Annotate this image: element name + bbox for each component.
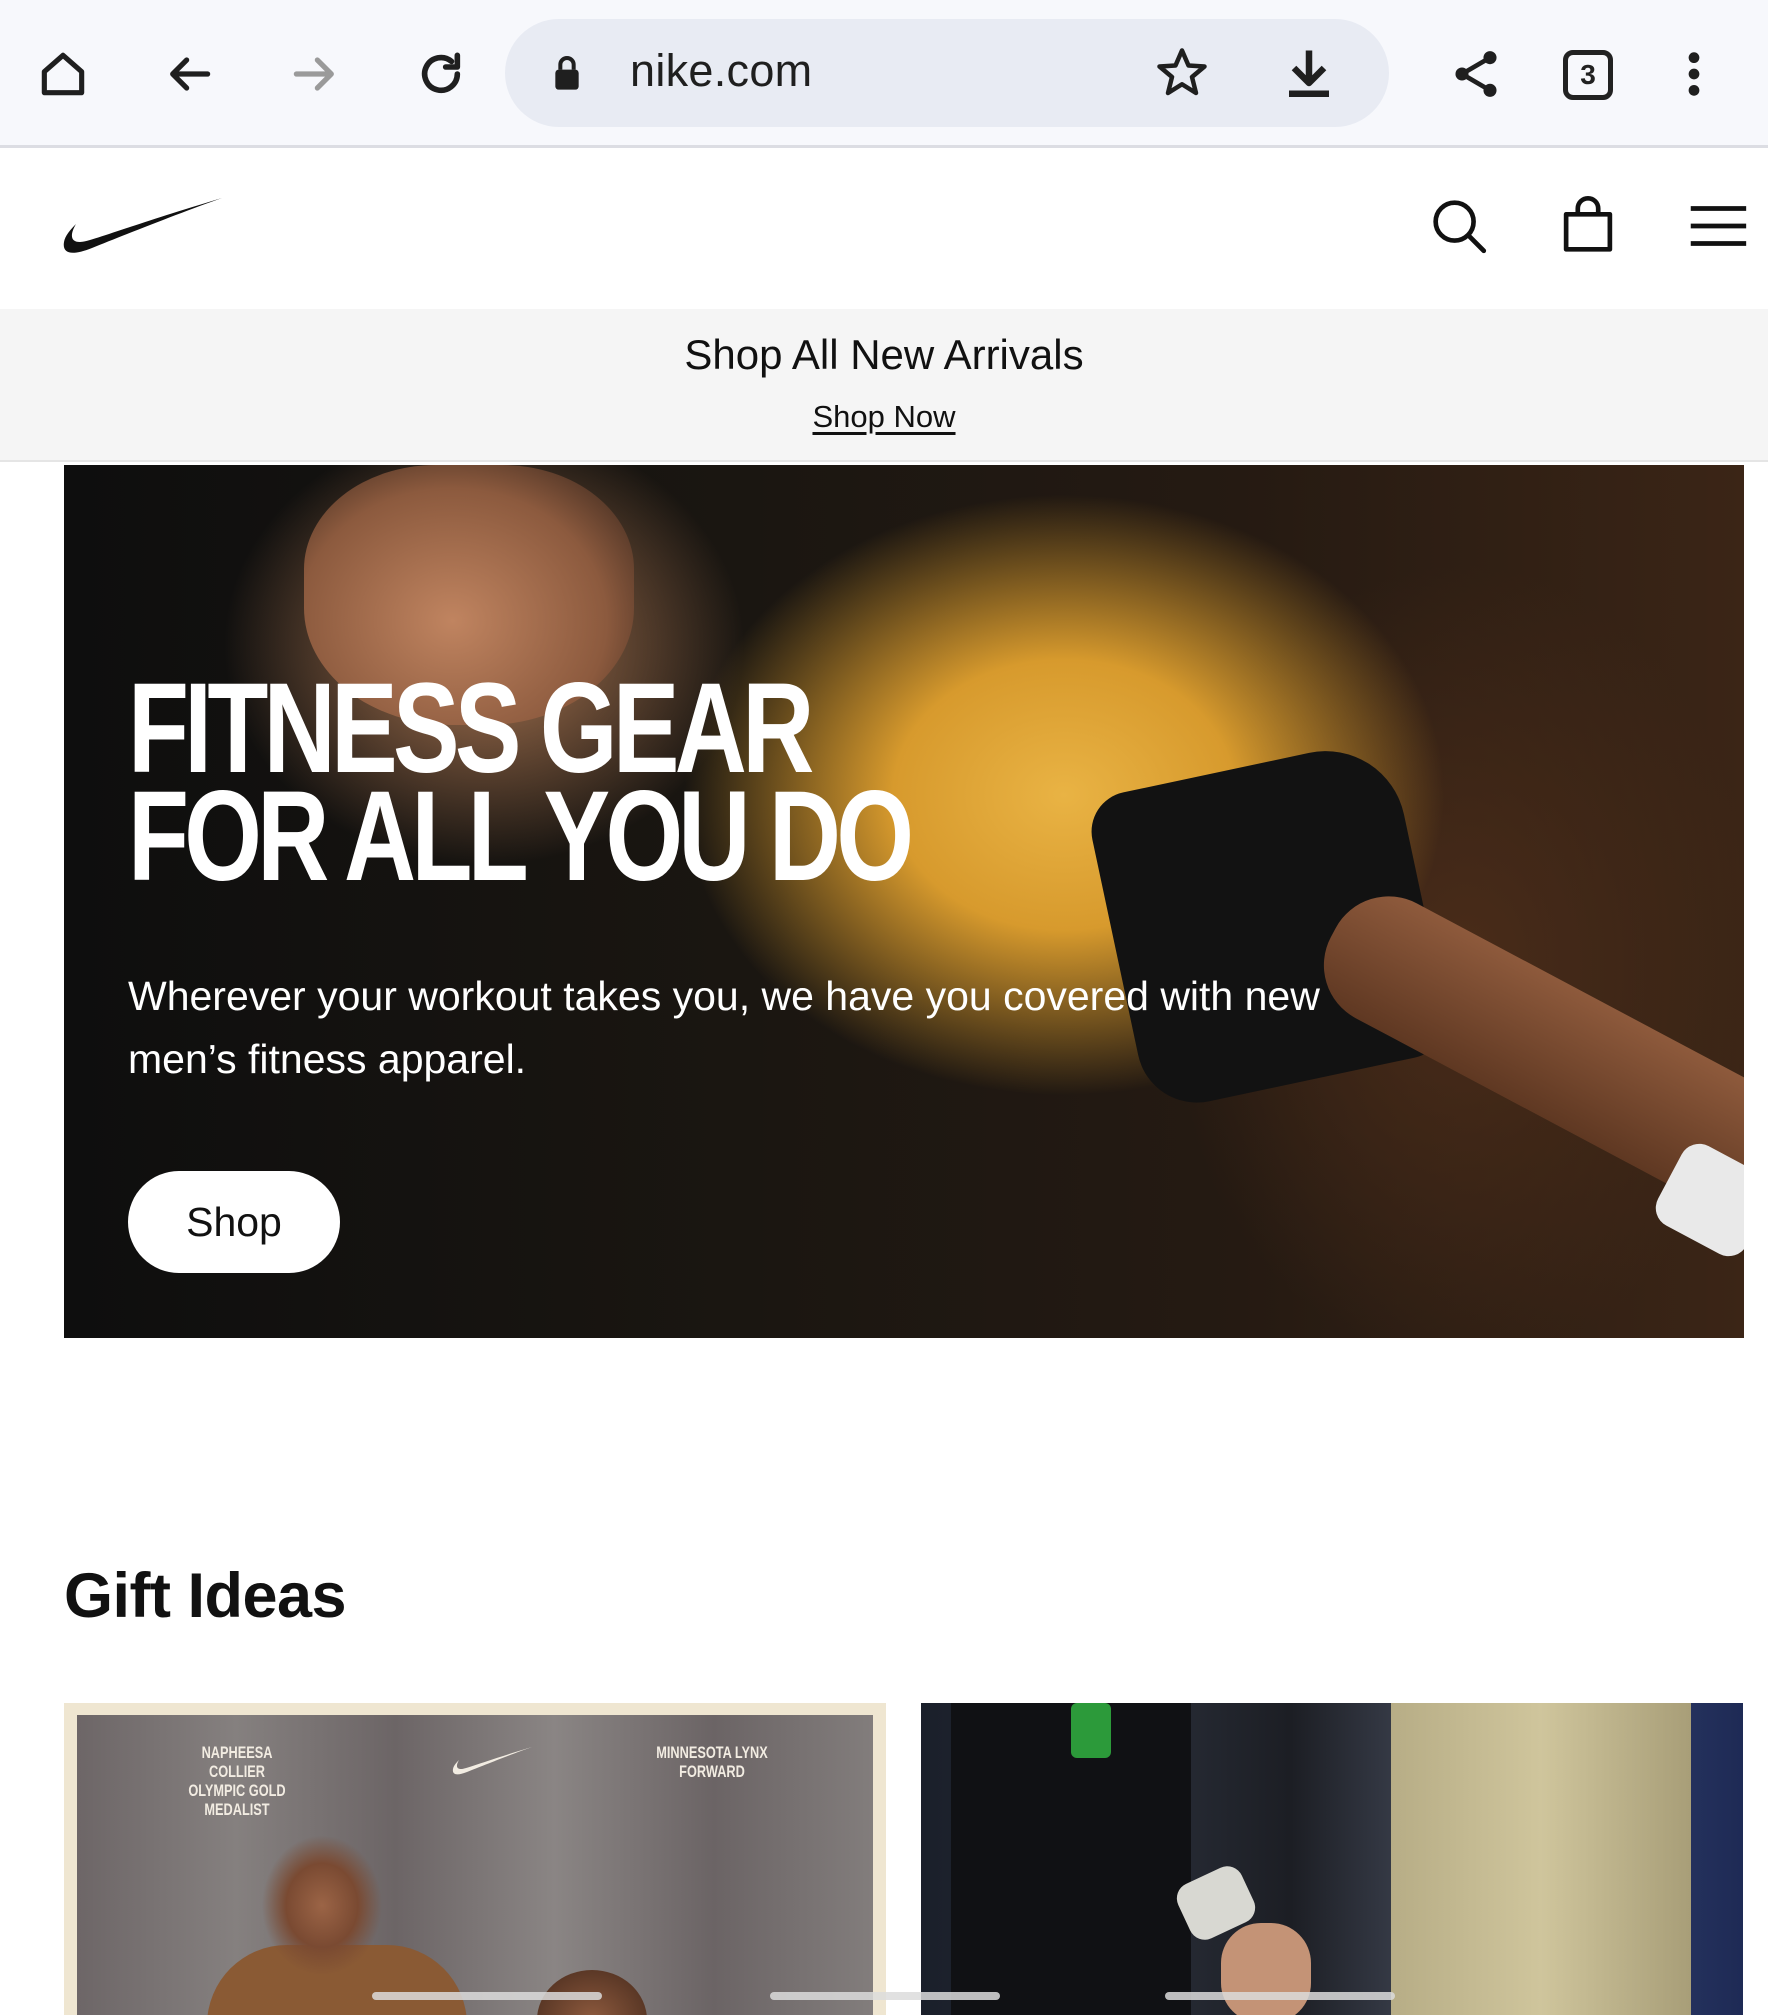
tabs-icon[interactable]: 3 [1563,50,1613,100]
hero-subtitle: Wherever your workout takes you, we have… [128,973,1320,1082]
hero-banner[interactable]: FITNESS GEAR FOR ALL YOU DO Wherever you… [64,465,1744,1338]
poster-caption-right-line1: MINNESOTA LYNX [656,1743,768,1762]
star-icon[interactable] [1152,43,1212,103]
gift-card-2-hand [1221,1923,1311,2015]
gift-card-1[interactable]: NAPHEESA COLLIER OLYMPIC GOLD MEDALIST M… [64,1703,886,2015]
carousel-indicator-1 [372,1992,602,2000]
more-vert-icon[interactable] [1662,42,1726,106]
promo-banner: Shop All New Arrivals Shop Now [0,309,1768,462]
browser-toolbar: nike.com 3 [0,0,1768,148]
carousel-indicator-3 [1165,1992,1395,2000]
bag-icon[interactable] [1553,191,1623,261]
poster-caption-left-line2: OLYMPIC GOLD MEDALIST [188,1781,286,1819]
hero-shop-button[interactable]: Shop [128,1171,340,1273]
lock-icon [555,56,579,90]
search-icon[interactable] [1424,191,1494,261]
address-bar[interactable]: nike.com [505,19,1389,127]
gift-card-1-image: NAPHEESA COLLIER OLYMPIC GOLD MEDALIST M… [77,1715,873,2015]
gift-card-2-green-accent [1071,1703,1111,1758]
share-icon[interactable] [1444,42,1508,106]
menu-icon[interactable] [1682,191,1752,261]
carousel-indicator-2 [770,1992,1000,2000]
shop-now-link[interactable]: Shop Now [0,399,1768,435]
hero-title: FITNESS GEAR FOR ALL YOU DO [128,665,914,908]
gift-card-2-figure-pants [1391,1703,1691,2015]
poster-caption-left: NAPHEESA COLLIER OLYMPIC GOLD MEDALIST [177,1743,297,1819]
home-icon[interactable] [31,42,95,106]
poster-swoosh-logo [452,1747,532,1775]
nike-swoosh-logo[interactable] [62,196,222,260]
hero-title-line2: FOR ALL YOU DO [128,765,914,908]
gift-card-2[interactable] [921,1703,1743,2015]
poster-caption-right-line2: FORWARD [679,1762,745,1781]
url-text[interactable]: nike.com [630,45,812,97]
back-icon[interactable] [157,42,221,106]
site-header [0,151,1768,309]
forward-icon[interactable] [283,42,347,106]
download-icon[interactable] [1279,43,1339,103]
poster-caption-left-line1: NAPHEESA COLLIER [201,1743,273,1781]
poster-caption-right: MINNESOTA LYNX FORWARD [656,1743,769,1781]
reload-icon[interactable] [409,42,473,106]
gift-ideas-heading: Gift Ideas [64,1561,347,1631]
poster-figure-woman [237,1825,407,2015]
promo-title: Shop All New Arrivals [684,331,1084,378]
